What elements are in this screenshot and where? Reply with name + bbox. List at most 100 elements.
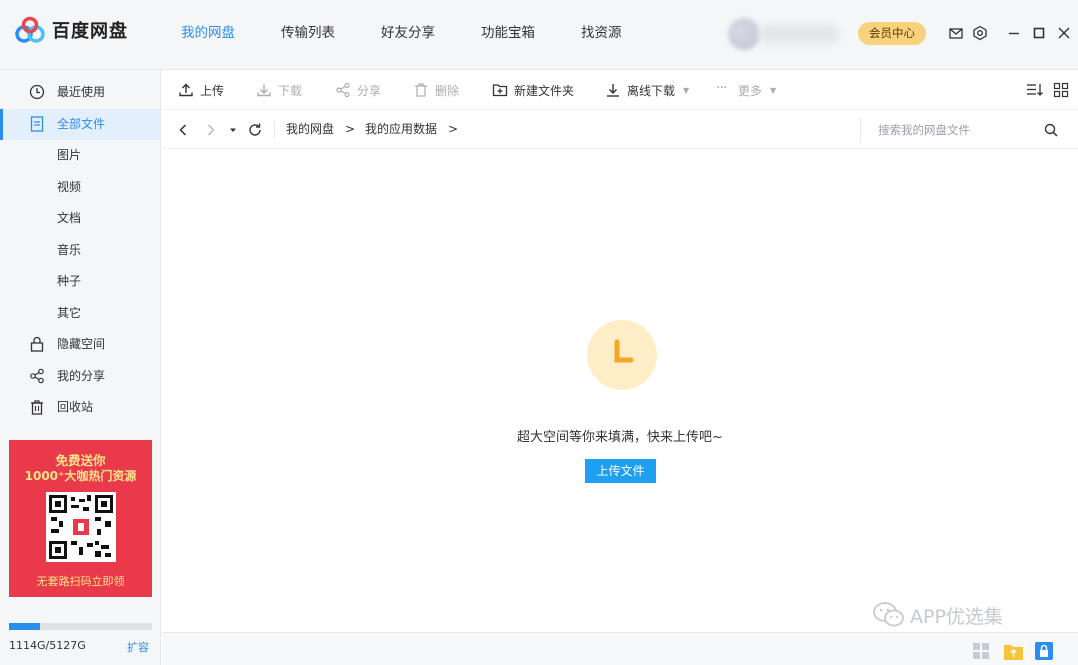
- sidebar-item-images[interactable]: 图片: [0, 140, 160, 171]
- refresh-icon[interactable]: [247, 122, 263, 138]
- minimize-icon[interactable]: [1006, 25, 1022, 41]
- sidebar-item-label: 我的分享: [57, 369, 106, 383]
- download-icon: [257, 84, 271, 97]
- sidebar-item-label: 隐藏空间: [57, 337, 106, 351]
- sidebar-item-recycle-bin[interactable]: 回收站: [0, 392, 160, 423]
- sidebar-item-videos[interactable]: 视频: [0, 172, 160, 203]
- upload-button[interactable]: 上传: [178, 70, 224, 110]
- history-dropdown-icon[interactable]: [228, 122, 238, 138]
- clock-icon: [28, 83, 46, 101]
- delete-button[interactable]: 删除: [413, 70, 459, 110]
- watermark-text: APP优选集: [910, 605, 1003, 628]
- maximize-icon[interactable]: [1031, 25, 1047, 41]
- back-icon[interactable]: [175, 122, 191, 138]
- sidebar-item-label: 其它: [57, 306, 82, 320]
- main-nav: 我的网盘 传输列表 好友分享 功能宝箱 找资源: [168, 0, 655, 70]
- share-icon: [336, 82, 350, 98]
- settings-icon[interactable]: [972, 25, 988, 41]
- sidebar-item-label: 视频: [57, 180, 82, 194]
- watermark: APP优选集: [872, 601, 1003, 629]
- more-label: 更多: [738, 83, 763, 98]
- divider: [274, 121, 275, 138]
- sidebar-item-torrents[interactable]: 种子: [0, 266, 160, 297]
- search-icon[interactable]: [1043, 122, 1059, 138]
- breadcrumb-my-netdisk[interactable]: 我的网盘: [286, 110, 334, 149]
- expand-storage-link[interactable]: 扩容: [127, 639, 149, 655]
- share-label: 分享: [357, 83, 382, 98]
- app-logo: 百度网盘: [14, 16, 128, 44]
- tab-transfer-list[interactable]: 传输列表: [268, 0, 348, 70]
- sidebar-item-label: 全部文件: [57, 117, 106, 131]
- tab-my-netdisk[interactable]: 我的网盘: [168, 0, 248, 70]
- grid-view-icon[interactable]: [1053, 82, 1069, 98]
- promo-cta: 无套路扫码立即领: [36, 575, 125, 588]
- storage-quota-text: 1114G/5127G: [9, 639, 86, 652]
- folder-upload-icon[interactable]: [1003, 641, 1024, 661]
- breadcrumb-separator: >: [448, 122, 459, 136]
- user-profile[interactable]: [728, 18, 840, 50]
- breadcrumb-app-data[interactable]: 我的应用数据: [365, 110, 437, 149]
- address-bar: 我的网盘 > 我的应用数据 >: [162, 110, 1078, 149]
- sidebar-item-hidden-space[interactable]: 隐藏空间: [0, 329, 160, 360]
- chevron-down-icon: ▼: [683, 85, 690, 95]
- offline-download-icon: [607, 84, 619, 97]
- trash-icon: [28, 398, 46, 416]
- sidebar-item-recent[interactable]: 最近使用: [0, 77, 160, 108]
- upload-icon: [179, 83, 193, 97]
- new-folder-label: 新建文件夹: [514, 83, 575, 98]
- empty-state-illustration: [587, 320, 657, 390]
- promo-banner[interactable]: 免费送你 1000⁺大咖热门资源 无套路扫码立即领: [9, 440, 152, 597]
- mail-icon[interactable]: [948, 25, 964, 41]
- sidebar-item-label: 图片: [57, 148, 82, 162]
- qr-code: [46, 492, 116, 562]
- username-blurred: [758, 24, 840, 44]
- sidebar: 最近使用 全部文件 图片 视频 文档 音乐 种子 其它 隐藏空间 我的分享 回收…: [0, 70, 161, 665]
- storage-quota-fill: [9, 623, 41, 630]
- tab-friend-share[interactable]: 好友分享: [368, 0, 448, 70]
- download-label: 下载: [278, 83, 303, 98]
- upload-file-button[interactable]: 上传文件: [585, 459, 656, 483]
- toolbar: 上传 下载 分享 删除 新建文件夹 离线下载 ▼ ··· 更多 ▼: [162, 70, 1078, 110]
- more-button[interactable]: ··· 更多 ▼: [716, 70, 776, 110]
- tab-find-resources[interactable]: 找资源: [568, 0, 635, 70]
- vip-center-button[interactable]: 会员中心: [858, 22, 926, 45]
- sidebar-item-music[interactable]: 音乐: [0, 235, 160, 266]
- baidu-netdisk-logo-icon: [15, 16, 45, 43]
- lock-icon: [28, 335, 46, 353]
- delete-label: 删除: [435, 83, 460, 98]
- status-bar: [162, 632, 1078, 665]
- title-bar: 百度网盘 我的网盘 传输列表 好友分享 功能宝箱 找资源 会员中心: [0, 0, 1078, 70]
- sidebar-item-label: 回收站: [57, 400, 94, 414]
- new-folder-icon: [492, 84, 508, 97]
- new-folder-button[interactable]: 新建文件夹: [492, 70, 574, 110]
- storage-quota-bar: [9, 623, 152, 630]
- sort-icon[interactable]: [1026, 82, 1043, 98]
- more-dots-icon: ···: [716, 80, 727, 96]
- sidebar-item-label: 最近使用: [57, 85, 106, 99]
- download-button[interactable]: 下载: [256, 70, 302, 110]
- file-icon: [28, 115, 46, 133]
- chevron-down-icon: ▼: [770, 85, 777, 95]
- delete-icon: [415, 83, 427, 97]
- offline-download-label: 离线下载: [627, 83, 676, 98]
- forward-icon[interactable]: [203, 122, 219, 138]
- offline-download-button[interactable]: 离线下载 ▼: [605, 70, 689, 110]
- sidebar-item-others[interactable]: 其它: [0, 298, 160, 329]
- safe-box-icon[interactable]: [1034, 641, 1054, 661]
- search-input[interactable]: [860, 118, 1052, 142]
- share-icon: [28, 367, 46, 385]
- upload-label: 上传: [200, 83, 225, 98]
- sidebar-item-my-shares[interactable]: 我的分享: [0, 361, 160, 392]
- avatar: [728, 18, 760, 50]
- sidebar-item-all-files[interactable]: 全部文件: [0, 109, 160, 140]
- share-button[interactable]: 分享: [335, 70, 381, 110]
- sidebar-item-label: 音乐: [57, 243, 82, 257]
- breadcrumb-separator: >: [345, 122, 356, 136]
- sidebar-item-documents[interactable]: 文档: [0, 203, 160, 234]
- tab-toolbox[interactable]: 功能宝箱: [468, 0, 548, 70]
- wechat-icon: [873, 602, 904, 627]
- apps-grid-icon[interactable]: [972, 642, 990, 660]
- sidebar-item-label: 文档: [57, 211, 82, 225]
- clock-icon: [614, 339, 634, 363]
- close-icon[interactable]: [1056, 25, 1072, 41]
